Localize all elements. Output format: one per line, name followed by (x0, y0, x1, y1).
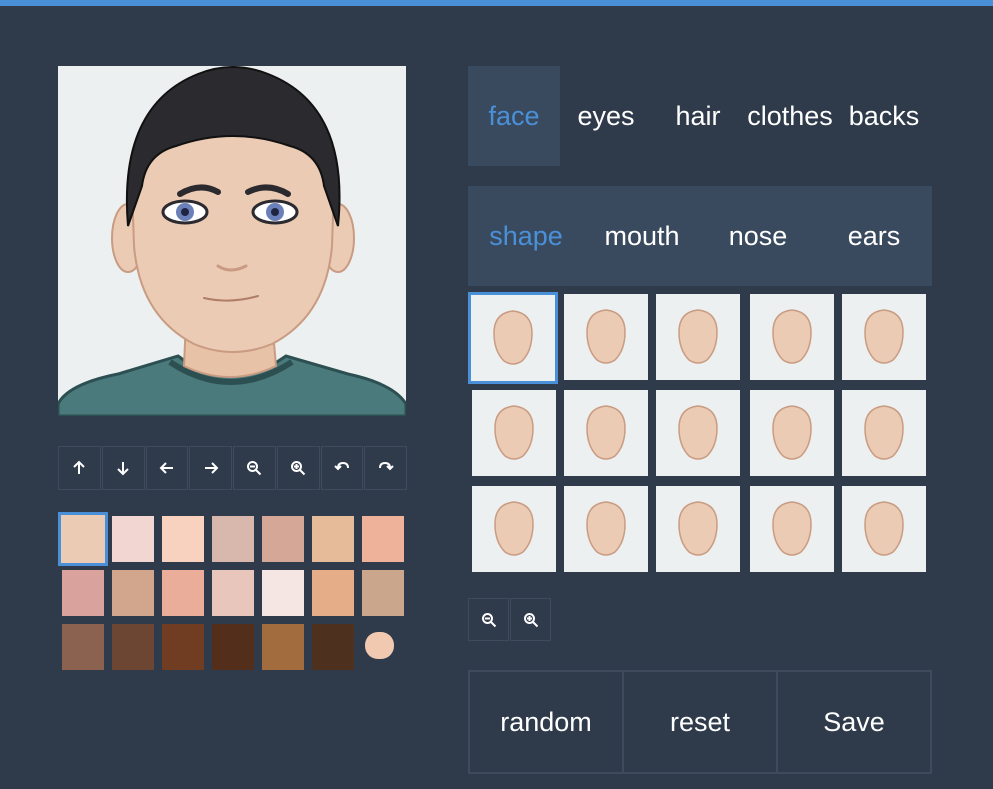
face-shape-icon (864, 501, 904, 556)
undo-button[interactable] (320, 446, 364, 490)
face-shape-option[interactable] (468, 292, 558, 384)
skin-swatch[interactable] (162, 624, 204, 670)
face-shape-icon (494, 501, 534, 556)
face-shape-icon (678, 405, 718, 460)
face-shape-icon (494, 405, 534, 460)
undo-icon (334, 461, 349, 471)
zoom-in-icon (523, 612, 538, 627)
skin-swatch[interactable] (212, 624, 254, 670)
tab-ears[interactable]: ears (816, 186, 932, 286)
face-shape-option[interactable] (750, 486, 834, 572)
face-shape-icon (772, 501, 812, 556)
tab-nose[interactable]: nose (700, 186, 816, 286)
grid-zoom-controls (468, 598, 552, 642)
tab-backs[interactable]: backs (838, 66, 930, 166)
save-button[interactable]: Save (778, 672, 930, 772)
arrow-left-icon (159, 462, 173, 474)
tab-face[interactable]: face (468, 66, 560, 166)
zoom-out-icon (481, 612, 496, 627)
face-shape-icon (586, 501, 626, 556)
move-right-button[interactable] (189, 446, 232, 490)
skin-swatch[interactable] (262, 516, 304, 562)
skin-swatch[interactable] (262, 570, 304, 616)
reset-button[interactable]: reset (624, 672, 778, 772)
skin-swatch[interactable] (112, 624, 154, 670)
face-shape-icon (586, 309, 626, 364)
category-tabs: face eyes hair clothes backs (468, 66, 932, 166)
redo-button[interactable] (364, 446, 407, 490)
skin-swatch[interactable] (212, 516, 254, 562)
face-shape-option[interactable] (750, 294, 834, 380)
face-shape-option[interactable] (564, 486, 648, 572)
skin-swatch[interactable] (112, 570, 154, 616)
move-left-button[interactable] (145, 446, 189, 490)
move-down-button[interactable] (101, 446, 145, 490)
skin-swatch[interactable] (162, 516, 204, 562)
tab-shape[interactable]: shape (468, 186, 584, 286)
face-shape-icon (678, 501, 718, 556)
face-shape-icon (772, 405, 812, 460)
face-shape-icon (864, 405, 904, 460)
face-shape-option[interactable] (842, 294, 926, 380)
skin-swatch[interactable] (362, 516, 404, 562)
arrow-right-icon (204, 462, 219, 474)
face-shape-icon (772, 309, 812, 364)
grid-zoom-in-button[interactable] (510, 598, 551, 641)
skin-swatch[interactable] (62, 624, 104, 670)
avatar-toolbar (58, 446, 408, 492)
face-shape-option[interactable] (564, 294, 648, 380)
zoom-out-icon (247, 461, 262, 476)
face-shape-option[interactable] (750, 390, 834, 476)
arrow-up-icon (73, 460, 86, 474)
face-shape-option[interactable] (564, 390, 648, 476)
zoom-in-button[interactable] (276, 446, 320, 490)
face-shape-option[interactable] (656, 294, 740, 380)
face-shape-icon (493, 310, 533, 365)
face-shape-option[interactable] (472, 390, 556, 476)
tab-mouth[interactable]: mouth (584, 186, 700, 286)
avatar-preview (58, 66, 406, 416)
redo-icon (378, 461, 394, 471)
skin-swatch[interactable] (212, 570, 254, 616)
tab-eyes[interactable]: eyes (560, 66, 652, 166)
action-bar: random reset Save (468, 670, 932, 774)
face-shape-grid (468, 292, 932, 576)
skin-swatch[interactable] (58, 512, 108, 566)
skin-swatch[interactable] (62, 570, 104, 616)
skin-swatch[interactable] (112, 516, 154, 562)
skin-color-palette (58, 512, 408, 672)
face-shape-option[interactable] (842, 390, 926, 476)
random-button[interactable]: random (470, 672, 624, 772)
face-shape-option[interactable] (842, 486, 926, 572)
skin-swatch[interactable] (162, 570, 204, 616)
skin-swatch[interactable] (312, 570, 354, 616)
face-shape-option[interactable] (656, 486, 740, 572)
skin-swatch[interactable] (312, 516, 354, 562)
skin-swatch[interactable] (362, 570, 404, 616)
top-accent-bar (0, 0, 993, 6)
skin-swatch[interactable] (262, 624, 304, 670)
custom-color-picker[interactable] (365, 632, 394, 659)
face-shape-option[interactable] (472, 486, 556, 572)
face-shape-option[interactable] (656, 390, 740, 476)
face-shape-icon (864, 309, 904, 364)
move-up-button[interactable] (58, 446, 101, 490)
skin-swatch[interactable] (312, 624, 354, 670)
tab-clothes[interactable]: clothes (744, 66, 836, 166)
face-shape-icon (678, 309, 718, 364)
grid-zoom-out-button[interactable] (468, 598, 509, 641)
arrow-down-icon (117, 462, 129, 476)
zoom-in-icon (291, 461, 306, 476)
tab-hair[interactable]: hair (652, 66, 744, 166)
zoom-out-button[interactable] (233, 446, 276, 490)
subcategory-tabs: shape mouth nose ears (468, 186, 932, 286)
face-shape-icon (586, 405, 626, 460)
